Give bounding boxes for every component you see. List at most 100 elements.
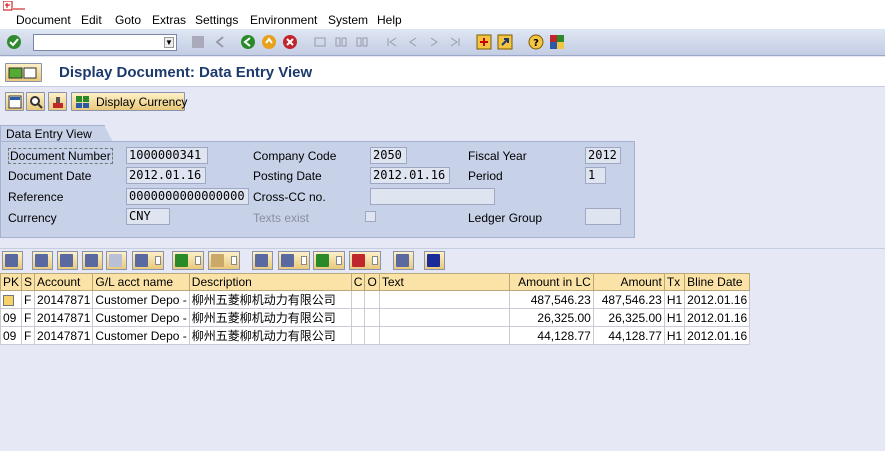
menu-edit[interactable]: Edit [81,13,102,27]
cell-tx[interactable]: H1 [663,308,686,327]
fiscal-year-field[interactable]: 2012 [585,147,621,164]
find-next-button[interactable] [106,251,127,270]
views-dropdown-icon[interactable] [301,256,307,265]
create-session-icon[interactable] [476,34,492,50]
subtotal-button[interactable] [208,251,240,270]
column-header-text[interactable]: Text [378,273,510,291]
cell-c[interactable] [350,326,366,345]
cancel-icon[interactable] [282,34,298,50]
document-number-field[interactable]: 1000000341 [126,147,208,164]
cell-bline-date[interactable]: 2012.01.16 [684,290,751,309]
cell-o[interactable] [364,308,380,327]
cell-description[interactable]: 柳州五菱柳机动力有限公司 [188,326,352,345]
cell-gl-name[interactable]: Customer Depo - [92,326,190,345]
layout-dropdown-icon[interactable] [372,256,378,265]
reference-field[interactable]: 0000000000000000 [126,188,249,205]
cell-amount-lc[interactable]: 487,546.23 [508,290,594,309]
column-header-amount[interactable]: Amount [592,273,665,291]
layout-button[interactable] [349,251,381,270]
cell-s[interactable]: F [21,290,36,309]
menu-goto[interactable]: Goto [115,13,141,27]
column-header-tx[interactable]: Tx [663,273,686,291]
graphic-button[interactable] [393,251,414,270]
table-row[interactable]: 09 F 20147871 Customer Depo - 柳州五菱柳机动力有限… [0,326,751,345]
cell-amount[interactable]: 487,546.23 [592,290,665,309]
document-date-field[interactable]: 2012.01.16 [126,167,206,184]
info-button[interactable] [424,251,445,270]
cell-amount[interactable]: 44,128.77 [592,326,665,345]
cell-o[interactable] [364,290,380,309]
filter-button[interactable] [132,251,164,270]
details-button[interactable] [2,251,23,270]
table-row[interactable]: F 20147871 Customer Depo - 柳州五菱柳机动力有限公司 … [0,290,751,309]
cell-text[interactable] [378,290,510,309]
cell-amount-lc[interactable]: 44,128.77 [508,326,594,345]
cell-c[interactable] [350,290,366,309]
column-header-description[interactable]: Description [188,273,352,291]
cell-text[interactable] [378,326,510,345]
posting-date-field[interactable]: 2012.01.16 [370,167,450,184]
ledger-group-field[interactable] [585,208,621,225]
other-document-button[interactable] [5,63,42,82]
export-button[interactable] [313,251,345,270]
menu-settings[interactable]: Settings [195,13,238,27]
sort-descending-button[interactable] [57,251,78,270]
currency-field[interactable]: CNY [126,208,170,225]
menu-document[interactable]: Document [16,13,71,27]
help-icon[interactable]: ? [528,34,544,50]
cross-cc-field[interactable] [370,188,495,205]
layout-icon[interactable] [549,34,565,50]
cell-gl-name[interactable]: Customer Depo - [92,308,190,327]
display-line-button[interactable] [26,92,45,111]
cell-description[interactable]: 柳州五菱柳机动力有限公司 [188,290,352,309]
column-header-gl-acct-name[interactable]: G/L acct name [92,273,190,291]
period-field[interactable]: 1 [585,167,606,184]
find-button[interactable] [82,251,103,270]
cell-pk[interactable] [0,290,23,309]
column-header-s[interactable]: S [21,273,36,291]
cell-description[interactable]: 柳州五菱柳机动力有限公司 [188,308,352,327]
green-back-icon[interactable] [240,34,256,50]
texts-exist-checkbox[interactable] [365,211,376,222]
call-header-button[interactable] [5,92,24,111]
menu-system[interactable]: System [328,13,368,27]
filter-dropdown-icon[interactable] [155,256,161,265]
menu-help[interactable]: Help [377,13,402,27]
column-header-account[interactable]: Account [34,273,94,291]
column-header-o[interactable]: O [364,273,380,291]
cell-amount-lc[interactable]: 26,325.00 [508,308,594,327]
total-dropdown-icon[interactable] [195,256,201,265]
cell-bline-date[interactable]: 2012.01.16 [684,308,751,327]
cell-account[interactable]: 20147871 [34,290,94,309]
column-header-c[interactable]: C [350,273,366,291]
company-code-field[interactable]: 2050 [370,147,407,164]
cell-gl-name[interactable]: Customer Depo - [92,290,190,309]
shortcut-icon[interactable] [497,34,513,50]
cell-bline-date[interactable]: 2012.01.16 [684,326,751,345]
cell-pk[interactable]: 09 [0,308,23,327]
cell-text[interactable] [378,308,510,327]
cell-o[interactable] [364,326,380,345]
enter-icon[interactable] [6,34,22,50]
export-dropdown-icon[interactable] [336,256,342,265]
cell-tx[interactable]: H1 [663,290,686,309]
exit-icon[interactable] [261,34,277,50]
column-header-pk[interactable]: PK [0,273,23,291]
display-currency-button[interactable]: Display Currency [71,92,187,111]
cell-s[interactable]: F [21,308,36,327]
print-preview-button[interactable] [252,251,273,270]
cell-account[interactable]: 20147871 [34,308,94,327]
subtotal-dropdown-icon[interactable] [231,256,237,265]
cell-pk[interactable]: 09 [0,326,23,345]
views-button[interactable] [278,251,310,270]
command-field[interactable]: ▼ [33,34,177,51]
column-header-amount-lc[interactable]: Amount in LC [508,273,594,291]
cell-account[interactable]: 20147871 [34,326,94,345]
menu-extras[interactable]: Extras [152,13,186,27]
sort-ascending-button[interactable] [32,251,53,270]
menu-environment[interactable]: Environment [250,13,317,27]
cell-c[interactable] [350,308,366,327]
total-button[interactable] [172,251,204,270]
cell-s[interactable]: F [21,326,36,345]
column-header-bline-date[interactable]: Bline Date [684,273,751,291]
